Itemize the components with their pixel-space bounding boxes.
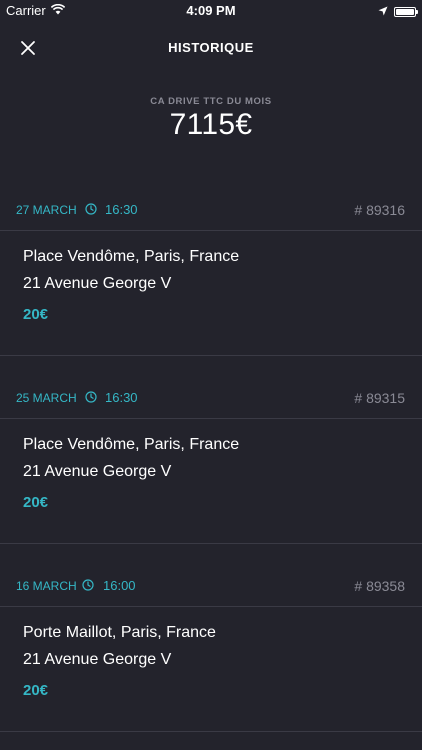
- ride-time: 16:00: [103, 578, 136, 593]
- ride-price: 20€: [23, 682, 49, 699]
- summary-value: 7115€: [169, 108, 253, 141]
- page-title: HISTORIQUE: [168, 40, 254, 55]
- location-arrow-icon: [378, 4, 388, 19]
- ride-card: 25 MARCH 16:30 # 89315 Place Vendôme, Pa…: [0, 386, 422, 544]
- status-bar: Carrier 4:09 PM: [0, 0, 422, 22]
- ride-price: 20€: [23, 494, 49, 511]
- summary-label: CA DRIVE TTC DU MOIS: [150, 96, 272, 107]
- clock-icon: [85, 203, 97, 215]
- ride-dropoff-address: 21 Avenue George V: [23, 651, 172, 668]
- ride-date: 27 MARCH: [16, 203, 77, 217]
- ride-details[interactable]: Place Vendôme, Paris, France 21 Avenue G…: [0, 419, 422, 544]
- ride-pickup-address: Porte Maillot, Paris, France: [23, 624, 216, 641]
- ride-id: # 89316: [354, 202, 405, 218]
- ride-id: # 89358: [354, 578, 405, 594]
- ride-card: 27 MARCH 16:30 # 89316 Place Vendôme, Pa…: [0, 198, 422, 356]
- nav-bar: HISTORIQUE: [0, 28, 422, 68]
- ride-details[interactable]: Place Vendôme, Paris, France 21 Avenue G…: [0, 231, 422, 356]
- ride-details[interactable]: Porte Maillot, Paris, France 21 Avenue G…: [0, 607, 422, 732]
- ride-price: 20€: [23, 306, 49, 323]
- ride-date: 25 MARCH: [16, 391, 77, 405]
- status-right: [378, 4, 418, 19]
- ride-header: 16 MARCH 16:00 # 89358: [0, 574, 422, 607]
- clock-icon: [85, 391, 97, 403]
- ride-pickup-address: Place Vendôme, Paris, France: [23, 436, 240, 453]
- ride-header: 25 MARCH 16:30 # 89315: [0, 386, 422, 419]
- ride-dropoff-address: 21 Avenue George V: [23, 463, 172, 480]
- ride-pickup-address: Place Vendôme, Paris, France: [23, 248, 240, 265]
- ride-header: 27 MARCH 16:30 # 89316: [0, 198, 422, 231]
- status-time: 4:09 PM: [186, 3, 236, 18]
- monthly-summary: CA DRIVE TTC DU MOIS 7115€: [0, 96, 422, 142]
- ride-id: # 89315: [354, 390, 405, 406]
- ride-dropoff-address: 21 Avenue George V: [23, 275, 172, 292]
- battery-icon: [394, 6, 418, 17]
- ride-time: 16:30: [105, 390, 138, 405]
- ride-card: 16 MARCH 16:00 # 89358 Porte Maillot, Pa…: [0, 574, 422, 732]
- clock-icon: [82, 579, 94, 591]
- ride-date: 16 MARCH: [16, 579, 77, 593]
- ride-time: 16:30: [105, 202, 138, 217]
